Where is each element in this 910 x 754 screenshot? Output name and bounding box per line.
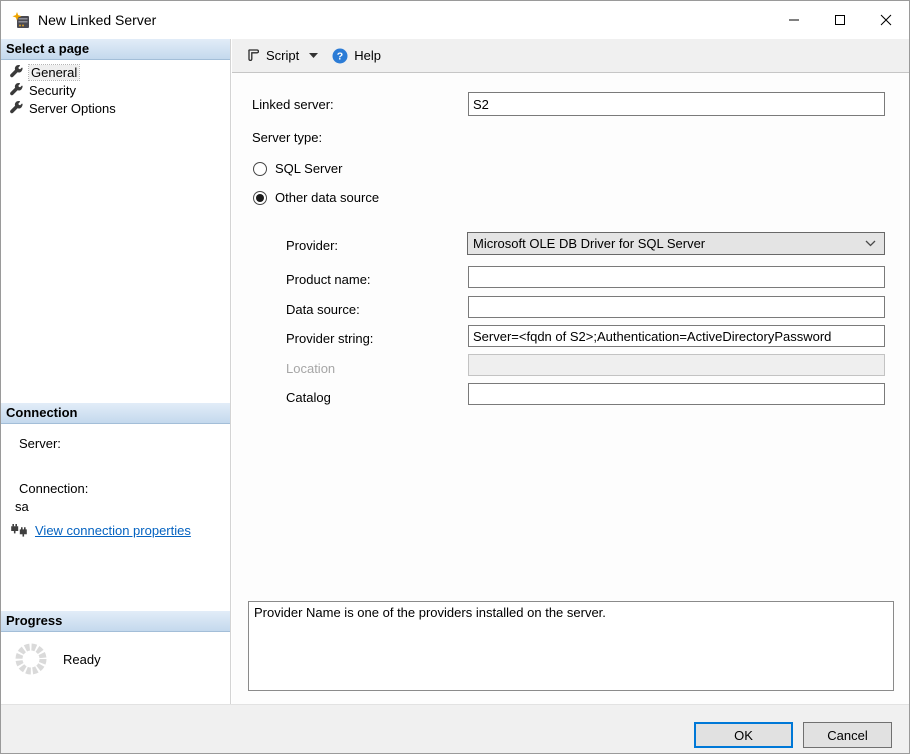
provider-selected-value: Microsoft OLE DB Driver for SQL Server [473,236,705,251]
radio-sql-server-label: SQL Server [275,161,342,176]
progress-spinner-icon [13,641,49,677]
new-linked-server-dialog: New Linked Server Select a page General … [0,0,910,754]
ok-button[interactable]: OK [694,722,793,748]
sidebar-item-server-options[interactable]: Server Options [1,99,230,117]
radio-circle-icon [253,162,267,176]
linked-server-label: Linked server: [252,97,334,112]
radio-sql-server[interactable]: SQL Server [253,161,342,176]
location-input [468,354,885,376]
toolbar: Script ? Help [232,39,909,73]
chevron-down-icon [309,53,318,58]
close-button[interactable] [863,1,909,39]
connection-properties-icon [11,523,28,538]
sidebar-item-general[interactable]: General [1,63,230,81]
sidebar-item-label: Server Options [29,101,116,116]
script-label: Script [266,48,299,63]
catalog-label: Catalog [286,390,331,405]
data-source-input[interactable] [468,296,885,318]
minimize-button[interactable] [771,1,817,39]
sidebar: Select a page General Security Server Op… [1,39,231,706]
maximize-icon [834,14,846,26]
connection-server-label: Server: [19,436,61,451]
connection-user-value: sa [15,499,29,514]
content-pane: Script ? Help Linked server: Server type… [232,39,909,706]
progress-status-text: Ready [63,652,101,667]
provider-string-input[interactable] [468,325,885,347]
maximize-button[interactable] [817,1,863,39]
wrench-icon [9,83,23,97]
wrench-icon [9,65,23,79]
sidebar-item-security[interactable]: Security [1,81,230,99]
radio-circle-checked-icon [253,191,267,205]
radio-other-label: Other data source [275,190,379,205]
form-area: Linked server: Server type: SQL Server O… [232,73,909,706]
chevron-down-icon [865,240,876,247]
window-title: New Linked Server [38,12,156,28]
catalog-input[interactable] [468,383,885,405]
provider-string-label: Provider string: [286,331,373,346]
linked-server-input[interactable] [468,92,885,116]
location-label: Location [286,361,335,376]
provider-dropdown[interactable]: Microsoft OLE DB Driver for SQL Server [467,232,885,255]
footer-bar: OK Cancel [1,704,909,753]
dialog-body: Select a page General Security Server Op… [1,39,909,706]
progress-header: Progress [1,611,230,632]
titlebar: New Linked Server [1,1,909,39]
cancel-button[interactable]: Cancel [803,722,892,748]
provider-label: Provider: [286,238,338,253]
help-button[interactable]: ? Help [328,44,385,68]
view-connection-properties-link[interactable]: View connection properties [35,523,191,538]
help-label: Help [354,48,381,63]
radio-other-data-source[interactable]: Other data source [253,190,379,205]
script-icon [245,48,260,63]
help-icon: ? [332,48,348,64]
sidebar-item-label: General [29,65,79,80]
provider-help-box: Provider Name is one of the providers in… [248,601,894,691]
sidebar-item-label: Security [29,83,76,98]
svg-text:?: ? [337,50,343,62]
connection-header: Connection [1,403,230,424]
product-name-input[interactable] [468,266,885,288]
view-connection-properties-row: View connection properties [11,523,191,538]
wrench-icon [9,101,23,115]
data-source-label: Data source: [286,302,360,317]
close-icon [880,14,892,26]
select-a-page-header: Select a page [1,39,230,60]
progress-status-row: Ready [13,641,101,677]
linked-server-app-icon [12,12,30,29]
product-name-label: Product name: [286,272,371,287]
script-button[interactable]: Script [241,44,328,67]
minimize-icon [788,14,800,26]
server-type-label: Server type: [252,130,322,145]
connection-connection-label: Connection: [19,481,88,496]
